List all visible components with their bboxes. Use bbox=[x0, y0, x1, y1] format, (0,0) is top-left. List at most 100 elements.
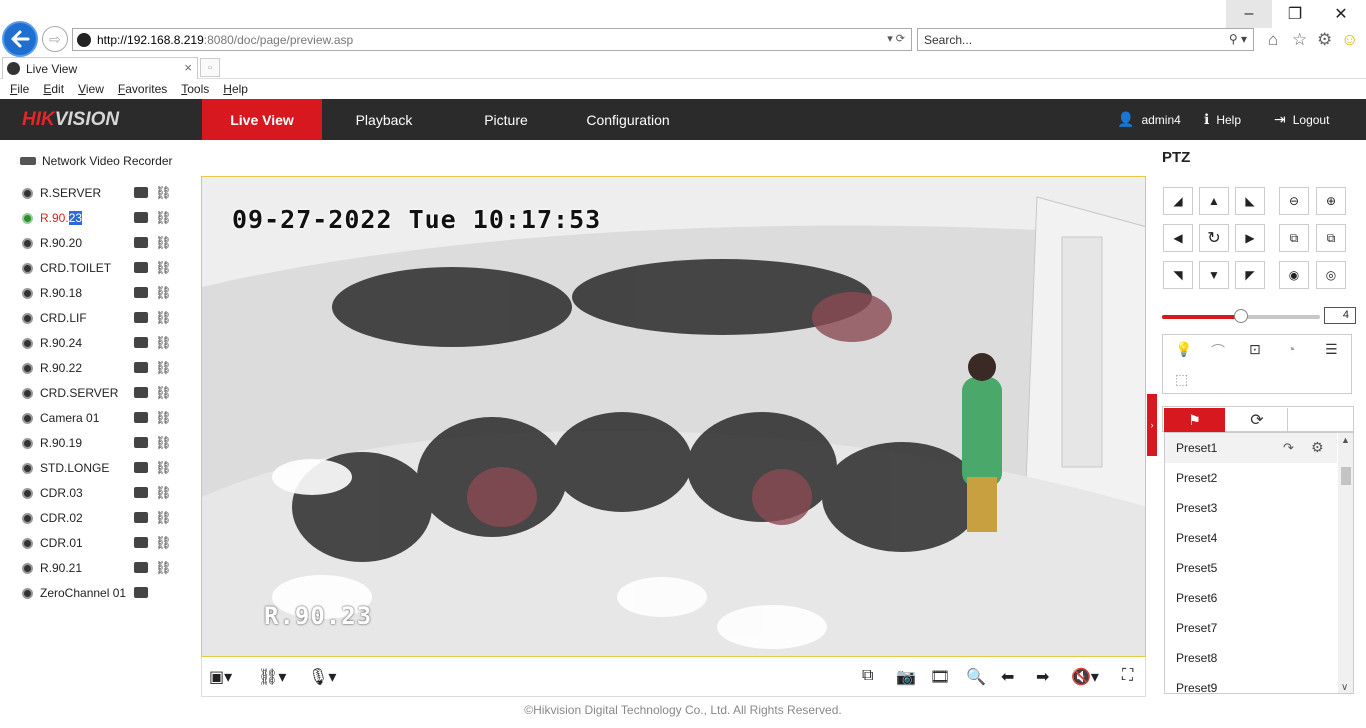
ptz-icon[interactable]: ⛓ bbox=[155, 260, 172, 276]
iris-open-button[interactable]: ◉ bbox=[1279, 261, 1309, 289]
ptz-icon[interactable]: ⛓ bbox=[155, 435, 172, 451]
light-icon[interactable]: 💡 bbox=[1175, 341, 1192, 358]
more-menu-icon[interactable]: ☰ bbox=[1325, 341, 1338, 358]
preset-item[interactable]: Preset9 bbox=[1165, 673, 1337, 693]
menu-file[interactable]: File bbox=[10, 82, 29, 96]
lens-init-icon[interactable]: ◔ bbox=[1287, 341, 1295, 357]
preset-item[interactable]: Preset6 bbox=[1165, 583, 1337, 613]
ptz-icon[interactable]: ⛓ bbox=[155, 235, 172, 251]
ptz-icon[interactable]: ⛓ bbox=[155, 310, 172, 326]
record-clip-icon[interactable]: 🎞 bbox=[930, 667, 950, 687]
tab-playback[interactable]: Playback bbox=[324, 99, 444, 140]
ptz-icon[interactable]: ⛓ bbox=[155, 335, 172, 351]
camera-row[interactable]: CDR.02 ⛓ bbox=[22, 508, 192, 528]
focus-far-button[interactable]: ⧉ bbox=[1316, 224, 1346, 252]
ptz-speed-slider[interactable] bbox=[1162, 309, 1320, 323]
record-icon[interactable] bbox=[134, 312, 148, 323]
back-button[interactable] bbox=[2, 21, 38, 57]
close-tab-icon[interactable]: × bbox=[184, 60, 192, 75]
record-icon[interactable] bbox=[134, 387, 148, 398]
menu-edit[interactable]: Edit bbox=[43, 82, 64, 96]
digital-zoom-icon[interactable]: 🔍 bbox=[966, 667, 986, 687]
address-bar[interactable]: http://192.168.8.219:8080/doc/page/previ… bbox=[72, 28, 912, 51]
camera-row[interactable]: Camera 01 ⛓ bbox=[22, 408, 192, 428]
ptz-icon[interactable]: ⛓ bbox=[155, 410, 172, 426]
menu-help[interactable]: Help bbox=[223, 82, 248, 96]
tab-configuration[interactable]: Configuration bbox=[568, 99, 688, 140]
auxiliary-focus-icon[interactable]: ⊡ bbox=[1249, 341, 1261, 358]
live-video-window[interactable]: 09-27-2022 Tue 10:17:53 R.90.23 bbox=[201, 176, 1146, 657]
ptz-panel-toggle[interactable]: › bbox=[1147, 394, 1157, 456]
ptz-icon[interactable]: ⛓ bbox=[155, 535, 172, 551]
camera-row[interactable]: R.SERVER ⛓ bbox=[22, 183, 192, 203]
menu-view[interactable]: View bbox=[78, 82, 104, 96]
menu-favorites[interactable]: Favorites bbox=[118, 82, 167, 96]
scroll-down-icon[interactable]: ∨ bbox=[1341, 682, 1348, 693]
record-icon[interactable] bbox=[134, 262, 148, 273]
tab-patrol[interactable]: ⟳ bbox=[1227, 408, 1288, 432]
preset-item[interactable]: Preset4 bbox=[1165, 523, 1337, 553]
record-icon[interactable] bbox=[134, 512, 148, 523]
preset-item[interactable]: Preset1 ↷ ⚙ bbox=[1165, 433, 1337, 463]
preset-item[interactable]: Preset8 bbox=[1165, 643, 1337, 673]
ptz-right-button[interactable]: ▶ bbox=[1235, 224, 1265, 252]
ptz-up-button[interactable]: ▲ bbox=[1199, 187, 1229, 215]
refresh-icon[interactable]: ▾ ⟳ bbox=[887, 32, 905, 45]
record-icon[interactable] bbox=[134, 437, 148, 448]
new-tab-button[interactable]: ▫ bbox=[200, 58, 220, 77]
next-page-icon[interactable]: ➡ bbox=[1036, 667, 1049, 687]
record-icon[interactable] bbox=[134, 562, 148, 573]
camera-row-active[interactable]: R.90.23 ⛓ bbox=[22, 208, 192, 228]
camera-row[interactable]: R.90.19 ⛓ bbox=[22, 433, 192, 453]
ptz-up-left-button[interactable]: ◢ bbox=[1163, 187, 1193, 215]
set-preset-gear-icon[interactable]: ⚙ bbox=[1311, 439, 1324, 456]
record-icon[interactable] bbox=[134, 587, 148, 598]
favorites-star-icon[interactable]: ☆ bbox=[1292, 30, 1307, 50]
audio-mute-icon[interactable]: 🔇▾ bbox=[1071, 667, 1099, 687]
record-icon[interactable] bbox=[134, 287, 148, 298]
ptz-icon[interactable]: ⛓ bbox=[155, 385, 172, 401]
record-icon[interactable] bbox=[134, 412, 148, 423]
camera-row[interactable]: CRD.TOILET ⛓ bbox=[22, 258, 192, 278]
record-icon[interactable] bbox=[134, 462, 148, 473]
record-icon[interactable] bbox=[134, 187, 148, 198]
camera-row[interactable]: ZeroChannel 01 bbox=[22, 583, 192, 603]
ptz-icon[interactable]: ⛓ bbox=[155, 485, 172, 501]
camera-row[interactable]: R.90.22 ⛓ bbox=[22, 358, 192, 378]
record-icon[interactable] bbox=[134, 212, 148, 223]
call-preset-icon[interactable]: ↷ bbox=[1283, 440, 1294, 456]
camera-row[interactable]: R.90.24 ⛓ bbox=[22, 333, 192, 353]
ptz-left-button[interactable]: ◀ bbox=[1163, 224, 1193, 252]
preset-scrollbar[interactable]: ▲ ∨ bbox=[1338, 433, 1353, 693]
camera-row[interactable]: CDR.03 ⛓ bbox=[22, 483, 192, 503]
stream-type-icon[interactable]: ⛓▾ bbox=[258, 667, 286, 687]
focus-near-button[interactable]: ⧉ bbox=[1279, 224, 1309, 252]
ptz-down-left-button[interactable]: ◥ bbox=[1163, 261, 1193, 289]
preset-item[interactable]: Preset5 bbox=[1165, 553, 1337, 583]
camera-row[interactable]: CRD.SERVER ⛓ bbox=[22, 383, 192, 403]
speed-slider-handle[interactable] bbox=[1234, 309, 1248, 323]
ptz-icon[interactable]: ⛓ bbox=[155, 285, 172, 301]
logout-button[interactable]: ⇥ Logout bbox=[1274, 111, 1329, 128]
preset-item[interactable]: Preset2 bbox=[1165, 463, 1337, 493]
ptz-icon[interactable]: ⛓ bbox=[155, 510, 172, 526]
ptz-down-button[interactable]: ▼ bbox=[1199, 261, 1229, 289]
preset-item[interactable]: Preset7 bbox=[1165, 613, 1337, 643]
ptz-up-right-button[interactable]: ◣ bbox=[1235, 187, 1265, 215]
capture-icon[interactable]: 📷 bbox=[896, 667, 916, 687]
fullscreen-icon[interactable]: ⛶ bbox=[1122, 667, 1133, 685]
previous-page-icon[interactable]: ⬅ bbox=[1001, 667, 1014, 687]
camera-row[interactable]: R.90.18 ⛓ bbox=[22, 283, 192, 303]
zoom-out-button[interactable]: ⊖ bbox=[1279, 187, 1309, 215]
scroll-thumb[interactable] bbox=[1341, 467, 1351, 485]
scroll-up-icon[interactable]: ▲ bbox=[1341, 435, 1350, 445]
camera-row[interactable]: R.90.21 ⛓ bbox=[22, 558, 192, 578]
ptz-icon[interactable]: ⛓ bbox=[155, 460, 172, 476]
nvr-root[interactable]: Network Video Recorder bbox=[20, 154, 173, 168]
tab-preset[interactable]: ⚑ bbox=[1164, 408, 1225, 432]
record-icon[interactable] bbox=[134, 487, 148, 498]
wiper-icon[interactable]: ⌒ bbox=[1211, 341, 1225, 361]
ptz-down-right-button[interactable]: ◤ bbox=[1235, 261, 1265, 289]
microphone-icon[interactable]: 🎙▾ bbox=[308, 667, 336, 687]
camera-row[interactable]: STD.LONGE ⛓ bbox=[22, 458, 192, 478]
